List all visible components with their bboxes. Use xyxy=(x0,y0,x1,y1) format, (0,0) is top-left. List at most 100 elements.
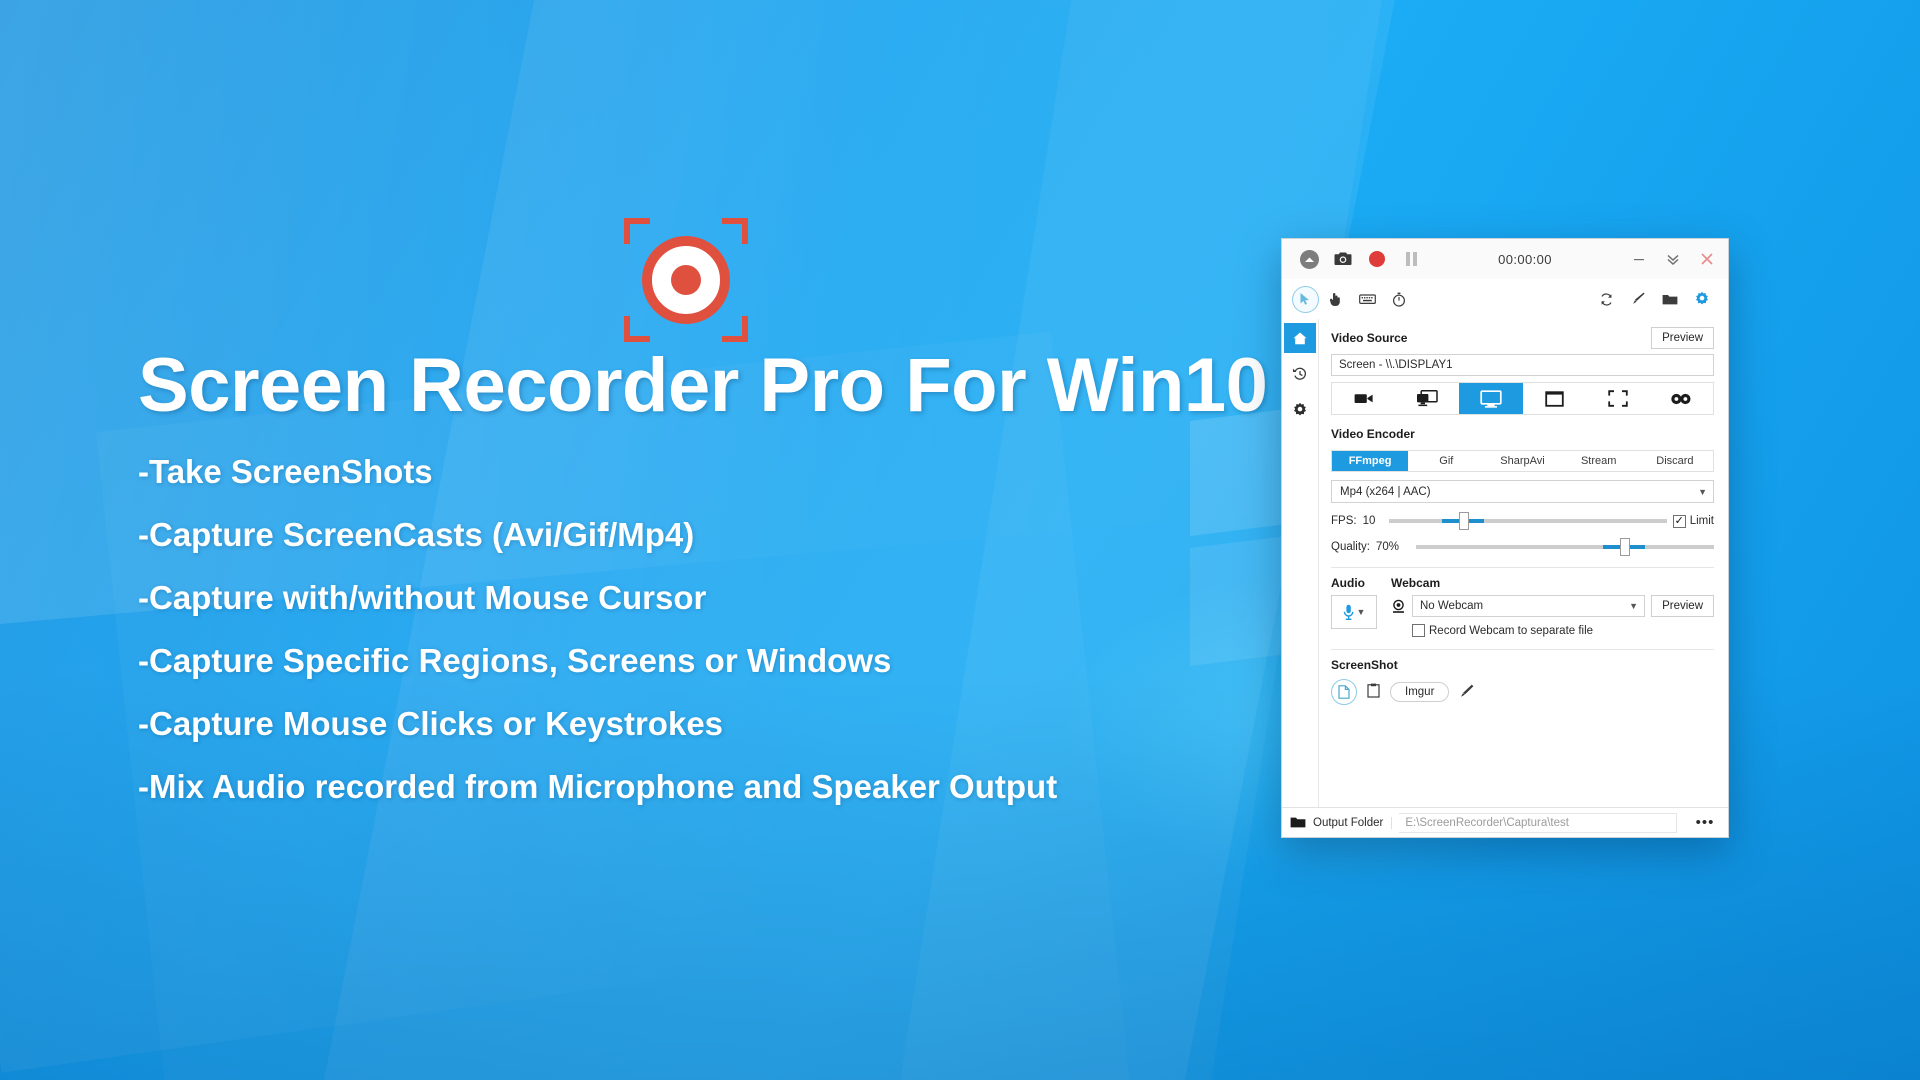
audio-section: Audio ▼ xyxy=(1331,576,1377,637)
imgur-upload-button[interactable]: Imgur xyxy=(1390,682,1450,702)
chevron-down-icon: ▼ xyxy=(1698,486,1707,497)
logo-bracket-bottom-right xyxy=(722,316,748,342)
keyboard-icon xyxy=(1358,294,1376,304)
folder-button[interactable] xyxy=(1654,284,1686,314)
divider xyxy=(1331,567,1714,568)
region-brackets-icon xyxy=(1608,390,1628,407)
fps-value: 10 xyxy=(1362,515,1376,527)
history-clock-icon xyxy=(1293,367,1307,380)
paintbrush-icon xyxy=(1633,292,1645,304)
refresh-button[interactable] xyxy=(1590,284,1622,314)
record-dot-icon xyxy=(1369,251,1385,267)
tab-gif[interactable]: Gif xyxy=(1408,451,1484,471)
output-folder-path[interactable]: E:\ScreenRecorder\Captura\test xyxy=(1399,812,1677,833)
logo-bracket-top-right xyxy=(722,218,748,244)
side-rail xyxy=(1282,319,1318,807)
record-target-logo xyxy=(624,218,748,342)
logo-record-dot xyxy=(671,265,701,295)
quality-value: 70% xyxy=(1376,541,1400,553)
webcam-preview-button[interactable]: Preview xyxy=(1651,595,1714,617)
video-camera-icon xyxy=(1354,394,1373,403)
video-source-title: Video Source xyxy=(1331,331,1408,345)
tray-up-button[interactable] xyxy=(1292,243,1326,275)
tab-ffmpeg[interactable]: FFmpeg xyxy=(1332,451,1409,471)
chevron-down-icon: ▼ xyxy=(1629,601,1639,611)
source-window[interactable] xyxy=(1523,383,1587,414)
rail-history[interactable] xyxy=(1284,359,1316,389)
codec-select[interactable]: Mp4 (x264 | AAC) ▼ xyxy=(1331,480,1714,503)
source-no-video[interactable] xyxy=(1650,383,1714,414)
refresh-icon xyxy=(1600,292,1612,306)
source-video-device[interactable] xyxy=(1332,383,1396,414)
source-desktop-duplication[interactable] xyxy=(1396,383,1460,414)
browse-folder-button[interactable]: ••• xyxy=(1684,814,1726,831)
list-item: -Capture Specific Regions, Screens or Wi… xyxy=(138,642,892,679)
rail-settings[interactable] xyxy=(1284,395,1316,425)
gear-icon xyxy=(1294,402,1306,416)
folder-icon xyxy=(1662,294,1678,304)
pause-button[interactable] xyxy=(1394,243,1428,275)
screenshot-to-disk[interactable] xyxy=(1331,679,1357,705)
link-off-icon xyxy=(1671,393,1691,404)
screenshot-edit-button[interactable] xyxy=(1459,683,1475,702)
encoder-tabs: FFmpeg Gif SharpAvi Stream Discard xyxy=(1331,450,1714,472)
audio-source-button[interactable]: ▼ xyxy=(1331,595,1377,629)
cursor-toggle[interactable] xyxy=(1292,285,1319,313)
clipboard-icon xyxy=(1367,683,1380,698)
output-folder-label: Output Folder xyxy=(1313,816,1393,829)
fps-slider-track xyxy=(1388,519,1667,523)
logo-bracket-top-left xyxy=(624,218,650,244)
fps-slider[interactable] xyxy=(1388,512,1667,530)
chevron-down-icon[interactable]: ▼ xyxy=(1357,607,1366,617)
fps-row: FPS: 10 ✓ Limit xyxy=(1331,512,1714,530)
webcam-select-value: No Webcam xyxy=(1420,600,1484,612)
quality-slider-thumb[interactable] xyxy=(1619,538,1630,556)
multi-screen-icon xyxy=(1417,389,1438,406)
capture-options-toolbar xyxy=(1282,279,1728,319)
keystrokes-toggle[interactable] xyxy=(1351,284,1383,314)
audio-webcam-row: Audio ▼ Webcam No Webcam ▼ Preview Recor… xyxy=(1331,576,1714,637)
tab-sharpavi[interactable]: SharpAvi xyxy=(1484,451,1560,471)
settings-button[interactable] xyxy=(1686,284,1718,314)
video-source-value[interactable]: Screen - \\.\DISPLAY1 xyxy=(1331,354,1714,376)
list-item: -Capture with/without Mouse Cursor xyxy=(138,579,707,616)
promo-content: Screen Recorder Pro For Win10 -Take Scre… xyxy=(0,0,1268,1080)
webcam-title: Webcam xyxy=(1391,576,1441,590)
clicks-toggle[interactable] xyxy=(1319,284,1351,314)
list-item: -Take ScreenShots xyxy=(138,453,433,490)
video-source-header: Video Source Preview xyxy=(1331,327,1714,349)
camera-icon xyxy=(1334,252,1352,265)
gear-icon xyxy=(1696,291,1708,305)
source-region[interactable] xyxy=(1586,383,1650,414)
tab-discard[interactable]: Discard xyxy=(1637,451,1713,471)
quality-row: Quality: 70% xyxy=(1331,538,1714,556)
tab-stream[interactable]: Stream xyxy=(1561,451,1637,471)
screenshot-button[interactable] xyxy=(1326,243,1360,275)
video-encoder-title: Video Encoder xyxy=(1331,427,1415,441)
record-button[interactable] xyxy=(1360,243,1394,275)
collapse-button[interactable] xyxy=(1656,244,1690,274)
fps-limit-checkbox[interactable]: ✓ Limit xyxy=(1672,514,1714,528)
screenshot-to-clipboard[interactable] xyxy=(1367,683,1380,701)
webcam-select[interactable]: No Webcam ▼ xyxy=(1412,595,1646,617)
record-webcam-separate-checkbox[interactable]: Record Webcam to separate file xyxy=(1412,624,1714,637)
video-preview-button[interactable]: Preview xyxy=(1651,327,1714,349)
list-item: -Capture Mouse Clicks or Keystrokes xyxy=(138,705,724,742)
window-square-icon xyxy=(1545,390,1564,407)
minimize-button[interactable] xyxy=(1622,244,1656,274)
list-item: -Mix Audio recorded from Microphone and … xyxy=(138,768,1058,805)
source-screen[interactable] xyxy=(1459,383,1523,414)
fps-slider-thumb[interactable] xyxy=(1458,512,1469,530)
pen-button[interactable] xyxy=(1622,284,1654,314)
timer-toggle[interactable] xyxy=(1383,284,1415,314)
close-button[interactable] xyxy=(1690,244,1724,274)
chevron-up-circle-icon xyxy=(1299,249,1319,269)
audio-title: Audio xyxy=(1331,576,1365,590)
stopwatch-icon xyxy=(1392,292,1406,307)
microphone-icon xyxy=(1343,604,1354,620)
logo-bracket-bottom-left xyxy=(624,316,650,342)
quality-slider[interactable] xyxy=(1416,538,1714,556)
rail-home[interactable] xyxy=(1284,323,1316,353)
list-item: -Capture ScreenCasts (Avi/Gif/Mp4) xyxy=(138,516,695,553)
title-bar: 00:00:00 xyxy=(1282,239,1728,279)
